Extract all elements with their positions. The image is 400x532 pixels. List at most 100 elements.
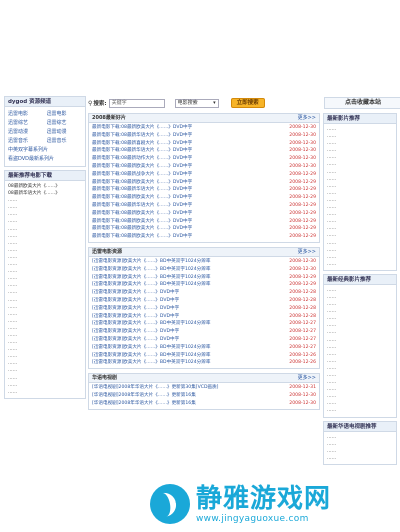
list-item[interactable]: ……	[8, 289, 82, 296]
list-item[interactable]: [迅雷电影资源]欧美大片《……》DVD中字 2008-12-28	[92, 297, 316, 305]
list-item[interactable]: ……	[8, 233, 82, 240]
list-item[interactable]: [华语电视剧]2008年华语大片《……》更新第16集 2008-12-30	[92, 392, 316, 400]
nav-item-extra[interactable]: 看盗DVD最新系列片	[8, 155, 82, 163]
list-item[interactable]: 最新电影下载:08最新欧美大片《……》DVD中字 2008-12-29	[92, 233, 316, 241]
list-item[interactable]: ……	[8, 197, 82, 204]
list-item[interactable]: ……	[327, 315, 393, 322]
item-title[interactable]: 最新电影下载:08最新欧美大片《……》DVD中字	[92, 233, 282, 241]
list-item[interactable]: ……	[327, 225, 393, 232]
list-item[interactable]: ……	[327, 147, 393, 154]
list-item[interactable]: ……	[8, 382, 82, 389]
favorite-link[interactable]: 点击收藏本站	[324, 97, 400, 109]
list-item[interactable]: ……	[8, 282, 82, 289]
list-item[interactable]: ……	[327, 140, 393, 147]
list-item[interactable]: 最新电影下载:08最新欧美大片《……》DVD中字 2008-12-29	[92, 218, 316, 226]
item-title[interactable]: 最新电影下载:08最新欧美大片《……》DVD中字	[92, 210, 282, 218]
item-title[interactable]: [迅雷电影资源]欧美大片《……》BD中英双字1024分辨率	[92, 320, 282, 328]
nav-item[interactable]: 迅雷综艺	[47, 119, 83, 127]
more-link[interactable]: 更多>>	[298, 114, 316, 122]
list-item[interactable]: 最新电影下载:08最新欧美大片《……》DVD中字 2008-12-29	[92, 210, 316, 218]
list-item[interactable]: ……	[8, 240, 82, 247]
item-title[interactable]: 最新电影下载:08最新战争大片《……》DVD中字	[92, 171, 282, 179]
list-item[interactable]: ……	[327, 322, 393, 329]
list-item[interactable]: [迅雷电影资源]欧美大片《……》BD中英双字1024分辨率 2008-12-29	[92, 274, 316, 282]
item-title[interactable]: 最新电影下载:08最新欧美大片《……》DVD中字	[92, 163, 282, 171]
list-item[interactable]: ……	[8, 311, 82, 318]
list-item[interactable]: ……	[327, 400, 393, 407]
list-item[interactable]: ……	[327, 379, 393, 386]
list-item[interactable]: ……	[327, 218, 393, 225]
item-title[interactable]: 最新电影下载:08最新欧美大片《……》DVD中字	[92, 218, 282, 226]
list-item[interactable]: ……	[327, 204, 393, 211]
list-item[interactable]: 最新电影下载:08最新欧美大片《……》DVD中字 2008-12-30	[92, 163, 316, 171]
search-input[interactable]: 关键字	[108, 98, 165, 108]
item-title[interactable]: [迅雷电影资源]欧美大片《……》DVD中字	[92, 336, 282, 344]
list-item[interactable]: 最新电影下载:08最新华语大片《……》DVD中字 2008-12-30	[92, 132, 316, 140]
item-title[interactable]: [迅雷电影资源]欧美大片《……》BD中英双字1024分辨率	[92, 359, 282, 367]
item-title[interactable]: [迅雷电影资源]欧美大片《……》BD中英双字1024分辨率	[92, 258, 282, 266]
item-title[interactable]: [迅雷电影资源]欧美大片《……》BD中英双字1024分辨率	[92, 344, 282, 352]
item-title[interactable]: [迅雷电影资源]欧美大片《……》BD中英双字1024分辨率	[92, 274, 282, 282]
list-item[interactable]: ……	[8, 346, 82, 353]
list-item[interactable]: ……	[8, 367, 82, 374]
list-item[interactable]: ……	[327, 161, 393, 168]
list-item[interactable]: ……	[327, 133, 393, 140]
list-item[interactable]: ……	[8, 268, 82, 275]
list-item[interactable]: [迅雷电影资源]欧美大片《……》DVD中字 2008-12-28	[92, 313, 316, 321]
item-title[interactable]: 最新电影下载:08最新喜剧大片《……》DVD中字	[92, 140, 282, 148]
list-item[interactable]: ……	[8, 318, 82, 325]
list-item[interactable]: ……	[327, 344, 393, 351]
list-item[interactable]: [迅雷电影资源]欧美大片《……》DVD中字 2008-12-28	[92, 305, 316, 313]
list-item[interactable]: ……	[327, 407, 393, 414]
list-item[interactable]: ……	[327, 247, 393, 254]
list-item[interactable]: ……	[327, 240, 393, 247]
list-item[interactable]: ……	[8, 297, 82, 304]
nav-item[interactable]: 迅雷动漫	[8, 128, 44, 136]
item-title[interactable]: [迅雷电影资源]欧美大片《……》DVD中字	[92, 313, 282, 321]
list-item[interactable]: ……	[8, 247, 82, 254]
list-item[interactable]: ……	[327, 261, 393, 268]
list-item[interactable]: ……	[8, 261, 82, 268]
list-item[interactable]: ……	[8, 211, 82, 218]
list-item[interactable]: ……	[327, 372, 393, 379]
nav-item[interactable]: 迅雷音乐	[47, 137, 83, 145]
item-title[interactable]: 最新电影下载:08最新欧美大片《……》DVD中字	[92, 124, 282, 132]
search-button[interactable]: 立即搜索	[230, 98, 265, 108]
nav-item[interactable]: 迅雷音乐	[8, 137, 44, 145]
list-item[interactable]: ……	[327, 441, 393, 448]
list-item[interactable]: 08最新欧美大片《……》	[8, 183, 82, 190]
nav-item[interactable]: 迅雷动漫	[47, 128, 83, 136]
item-title[interactable]: [迅雷电影资源]欧美大片《……》BD中英双字1024分辨率	[92, 281, 282, 289]
list-item[interactable]: ……	[8, 332, 82, 339]
list-item[interactable]: ……	[327, 287, 393, 294]
list-item[interactable]: ……	[8, 275, 82, 282]
list-item[interactable]: ……	[8, 353, 82, 360]
item-title[interactable]: 最新电影下载:08最新欧美大片《……》DVD中字	[92, 225, 282, 233]
list-item[interactable]: ……	[327, 337, 393, 344]
list-item[interactable]: ……	[327, 254, 393, 261]
item-title[interactable]: [迅雷电影资源]欧美大片《……》DVD中字	[92, 297, 282, 305]
list-item[interactable]: ……	[327, 183, 393, 190]
list-item[interactable]: ……	[327, 190, 393, 197]
list-item[interactable]: ……	[327, 434, 393, 441]
list-item[interactable]: ……	[327, 358, 393, 365]
list-item[interactable]: ……	[327, 197, 393, 204]
item-title[interactable]: 最新电影下载:08最新华语大片《……》DVD中字	[92, 202, 282, 210]
list-item[interactable]: 最新电影下载:08最新动作大片《……》DVD中字 2008-12-30	[92, 155, 316, 163]
item-title[interactable]: 最新电影下载:08最新华语大片《……》DVD中字	[92, 132, 282, 140]
item-title[interactable]: 最新电影下载:08最新动作大片《……》DVD中字	[92, 155, 282, 163]
list-item[interactable]: [迅雷电影资源]欧美大片《……》BD中英双字1024分辨率 2008-12-27	[92, 320, 316, 328]
list-item[interactable]: 最新电影下载:08最新华语大片《……》DVD中字 2008-12-29	[92, 186, 316, 194]
list-item[interactable]: ……	[8, 339, 82, 346]
list-item[interactable]: ……	[327, 448, 393, 455]
list-item[interactable]: 最新电影下载:08最新欧美大片《……》DVD中字 2008-12-29	[92, 225, 316, 233]
list-item[interactable]: [华语电视剧]2008年华语大片《……》更新第30集[VCD画质] 2008-12…	[92, 384, 316, 392]
item-title[interactable]: 最新电影下载:08最新华语大片《……》DVD中字	[92, 186, 282, 194]
nav-item[interactable]: 迅雷电影	[47, 110, 83, 118]
list-item[interactable]: ……	[327, 232, 393, 239]
list-item[interactable]: ……	[327, 386, 393, 393]
search-type-select[interactable]: 电影搜索 ▾	[174, 98, 219, 108]
list-item[interactable]: ……	[8, 389, 82, 396]
nav-item-extra[interactable]: 中英双字幕系列片	[8, 146, 82, 154]
item-title[interactable]: [华语电视剧]2008年华语大片《……》更新第16集	[92, 392, 282, 400]
